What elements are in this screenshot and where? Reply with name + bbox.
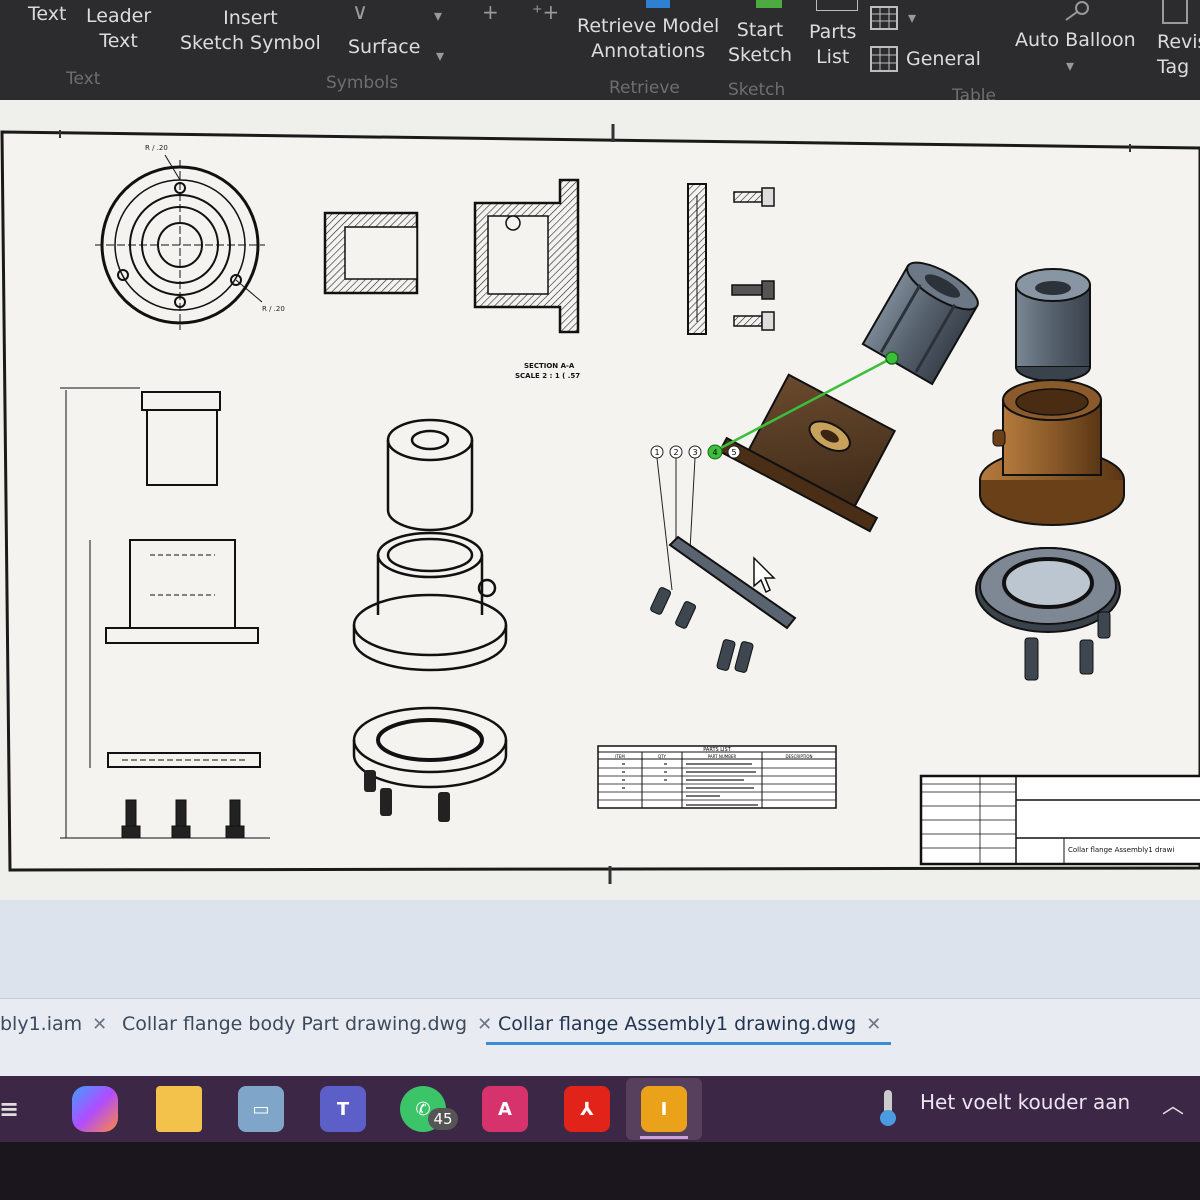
gasket-section-view <box>687 183 707 335</box>
text-button[interactable]: Text <box>28 2 66 27</box>
insert-sketch-symbol-button[interactable]: Insert Sketch Symbol <box>180 6 321 56</box>
crosshair-plus-icon[interactable]: ⁺+ <box>532 0 559 24</box>
close-icon[interactable]: ✕ <box>866 1014 881 1035</box>
weather-text[interactable]: Het voelt kouder aan <box>920 1090 1130 1114</box>
svg-text:2: 2 <box>673 448 678 457</box>
monitor-bezel <box>0 1142 1200 1200</box>
svg-text:4: 4 <box>712 448 717 457</box>
svg-text:ITEM: ITEM <box>615 754 625 759</box>
tab-label: Collar flange body Part drawing.dwg <box>122 1013 468 1035</box>
crosshair-icon[interactable]: + <box>482 0 499 24</box>
chevron-up-icon[interactable]: ︿ <box>1162 1088 1184 1120</box>
tab-assembly-iam[interactable]: bly1.iam ✕ <box>0 1007 107 1041</box>
section-caption-line1: SECTION A-A <box>524 362 575 370</box>
document-tabbar: bly1.iam ✕ Collar flange body Part drawin… <box>0 998 1200 1051</box>
dropdown-arrow-icon[interactable]: ▾ <box>1066 56 1074 75</box>
svg-text:1: 1 <box>654 448 659 457</box>
surface-button[interactable]: Surface <box>348 35 420 60</box>
group-label-text: Text <box>66 69 101 89</box>
svg-text:3: 3 <box>692 448 697 457</box>
table-icon[interactable] <box>870 6 898 30</box>
tab-collar-flange-body-drawing[interactable]: Collar flange body Part drawing.dwg ✕ <box>122 1007 492 1041</box>
svg-text:R / .20: R / .20 <box>145 144 168 152</box>
sketch-icon <box>756 0 782 8</box>
title-block-name: Collar flange Assembly1 drawi <box>1068 846 1174 854</box>
general-table-icon[interactable] <box>870 46 898 72</box>
general-table-button[interactable]: General <box>906 47 981 72</box>
parts-list-button[interactable]: Parts List <box>809 20 856 70</box>
tab-strip-padding <box>0 1050 1200 1078</box>
whatsapp-badge: 45 <box>428 1108 458 1130</box>
cap-part-gray-right <box>1015 268 1091 382</box>
svg-text:5: 5 <box>731 448 736 457</box>
svg-text:QTY: QTY <box>658 754 667 759</box>
section-caption-line2: SCALE 2 : 1 ( .57 <box>515 372 580 380</box>
drawing-canvas[interactable]: R / .20 R / .20 SECTION A-A SCALE 2 : 1 … <box>0 100 1200 900</box>
svg-text:R / .20: R / .20 <box>262 305 285 313</box>
tab-collar-flange-assembly-drawing[interactable]: Collar flange Assembly1 drawing.dwg ✕ <box>485 1007 892 1045</box>
tab-label: bly1.iam <box>0 1013 83 1035</box>
start-sketch-button[interactable]: Start Sketch <box>728 18 792 68</box>
teams-icon[interactable]: T <box>320 1086 366 1132</box>
parts-list-title: PARTS LIST <box>703 747 731 753</box>
acrobat-icon[interactable]: ⅄ <box>564 1086 610 1132</box>
close-icon[interactable]: ✕ <box>92 1014 107 1035</box>
auto-balloon-icon <box>1065 1 1089 21</box>
auto-balloon-button[interactable]: Auto Balloon <box>1015 28 1136 53</box>
tab-label: Collar flange Assembly1 drawing.dwg <box>498 1013 857 1035</box>
group-label-retrieve: Retrieve <box>609 78 680 98</box>
copilot-icon[interactable] <box>72 1086 118 1132</box>
revision-tag-icon <box>1162 0 1188 24</box>
remote-desktop-icon[interactable]: ▭ <box>238 1086 284 1132</box>
status-area <box>0 900 1200 998</box>
svg-text:DESCRIPTION: DESCRIPTION <box>785 754 812 759</box>
revision-tag-button[interactable]: RevisTag <box>1157 30 1200 80</box>
retrieve-model-annotations-button[interactable]: Retrieve Model Annotations <box>577 14 719 64</box>
title-block: Collar flange Assembly1 drawi <box>919 774 1200 866</box>
widgets-icon[interactable]: ≡ <box>0 1086 32 1132</box>
svg-text:PART NUMBER: PART NUMBER <box>708 754 737 759</box>
dropdown-arrow-icon[interactable]: ▾ <box>436 46 444 65</box>
cylinder-section-view <box>323 211 419 295</box>
autocad-icon[interactable]: A <box>482 1086 528 1132</box>
windows-taskbar: ≡ ▭ T ✆ 45 A ⅄ I Het voelt kouder aan ︿ <box>0 1076 1200 1142</box>
dropdown-arrow-icon[interactable]: ▾ <box>908 8 916 27</box>
inventor-icon[interactable]: I <box>641 1086 687 1132</box>
parts-list-icon <box>816 0 858 11</box>
close-icon[interactable]: ✕ <box>477 1014 492 1035</box>
group-label-sketch: Sketch <box>728 80 786 100</box>
ribbon: Text Leader Text Insert Sketch Symbol ∨ Su… <box>0 0 1200 106</box>
group-label-symbols: Symbols <box>326 73 399 93</box>
surface-texture-icon: ∨ <box>352 0 369 25</box>
dropdown-arrow-icon[interactable]: ▾ <box>434 6 442 25</box>
parts-list-table: PARTS LIST ITEM QTY PART NUMBER DESCRIPT… <box>597 745 837 809</box>
screen: Text Leader Text Insert Sketch Symbol ∨ Su… <box>0 0 1200 1200</box>
drawing-sheet: R / .20 R / .20 SECTION A-A SCALE 2 : 1 … <box>0 124 1200 884</box>
active-indicator <box>640 1136 688 1139</box>
retrieve-icon <box>646 0 670 8</box>
leader-text-button[interactable]: Leader Text <box>86 4 151 54</box>
thermometer-icon[interactable] <box>876 1090 902 1126</box>
file-explorer-icon[interactable] <box>156 1086 202 1132</box>
